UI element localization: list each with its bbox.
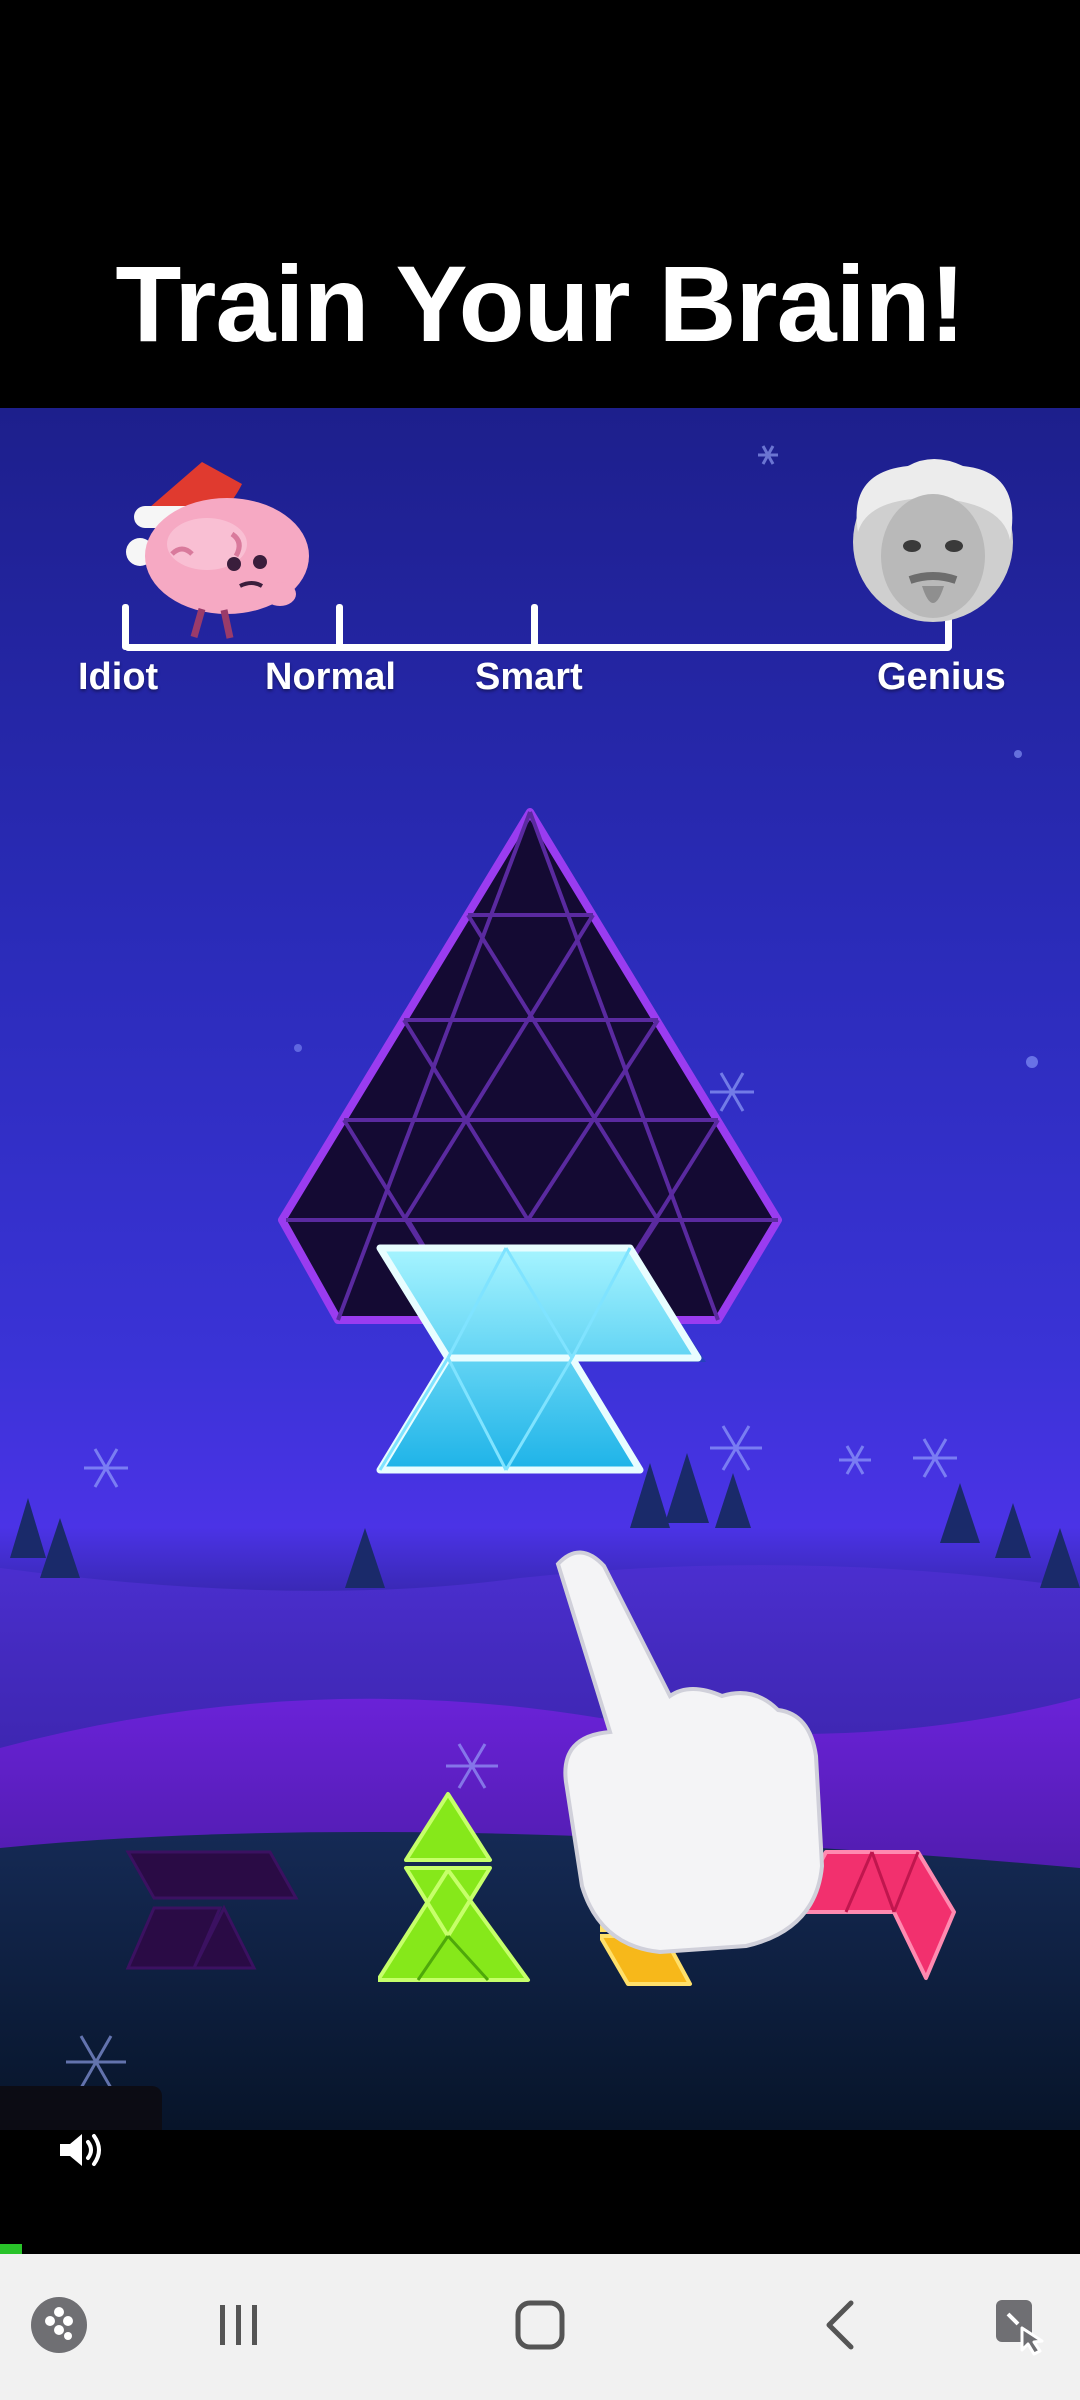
ad-progress-bar [0, 2244, 22, 2254]
back-icon [826, 2300, 854, 2350]
home-icon [515, 2300, 565, 2350]
screen-assist-button[interactable] [984, 2290, 1056, 2362]
game-ad-area[interactable]: Idiot Normal Smart Genius [0, 408, 1080, 2130]
game-launcher-icon [31, 2297, 87, 2353]
scale-label-smart: Smart [475, 656, 583, 698]
page-title: Train Your Brain! [115, 243, 965, 364]
tray-piece-green[interactable] [378, 1790, 558, 1988]
scale-label-normal: Normal [265, 656, 396, 698]
cyan-piece[interactable] [372, 1244, 712, 1494]
brain-mascot-icon [126, 462, 309, 639]
tray-piece-ghost[interactable] [124, 1848, 304, 1974]
sound-bar-bg [0, 2086, 162, 2130]
back-button[interactable] [806, 2294, 876, 2356]
pointing-hand-icon [555, 1550, 825, 1955]
recent-apps-icon [220, 2305, 257, 2345]
system-nav-bar [0, 2254, 1080, 2400]
scale-label-genius: Genius [877, 656, 1006, 698]
home-button[interactable] [502, 2294, 578, 2356]
recent-apps-button[interactable] [204, 2294, 274, 2356]
scale-label-idiot: Idiot [78, 656, 159, 698]
speaker-volume-icon [60, 2134, 101, 2166]
screen-assist-icon [996, 2300, 1044, 2356]
sound-toggle-button[interactable] [56, 2128, 110, 2172]
scale-tick [336, 604, 343, 650]
ad-controls-bar [0, 2130, 1080, 2254]
genius-portrait [853, 459, 1013, 622]
scale-tick [531, 604, 538, 650]
game-launcher-button[interactable] [28, 2294, 90, 2356]
iq-scale-bar [125, 644, 951, 651]
